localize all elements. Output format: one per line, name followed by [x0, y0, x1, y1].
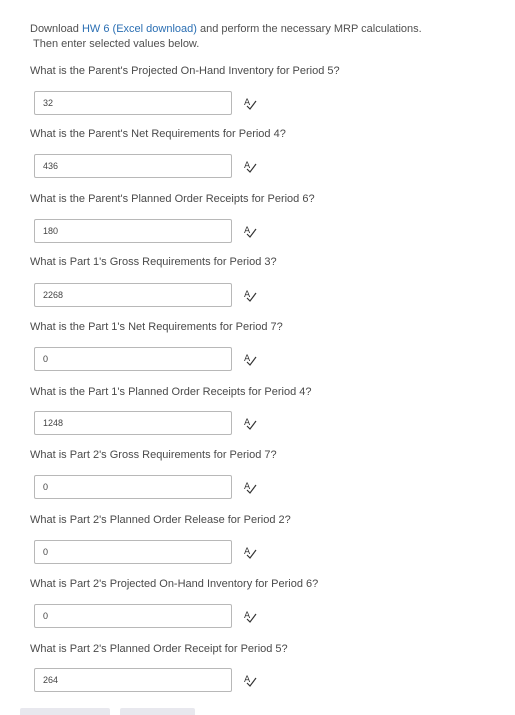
- question-10-text: What is Part 2's Planned Order Receipt f…: [30, 643, 288, 655]
- instructions-prefix: Download: [30, 23, 82, 35]
- spellcheck-icon[interactable]: A: [243, 352, 257, 366]
- answer-8-input[interactable]: [34, 540, 232, 564]
- answer-2-input[interactable]: [34, 154, 232, 178]
- instructions-line2: Then enter selected values below.: [33, 38, 200, 50]
- spellcheck-icon[interactable]: A: [243, 224, 257, 238]
- question-1-text: What is the Parent's Projected On-Hand I…: [30, 65, 340, 77]
- bottom-button-1[interactable]: [20, 708, 110, 715]
- answer-3-input[interactable]: [34, 219, 232, 243]
- question-9-text: What is Part 2's Projected On-Hand Inven…: [30, 578, 319, 590]
- question-7-text: What is Part 2's Gross Requirements for …: [30, 449, 277, 461]
- spellcheck-icon[interactable]: A: [243, 416, 257, 430]
- answer-4-input[interactable]: [34, 283, 232, 307]
- answer-10-input[interactable]: [34, 668, 232, 692]
- question-6-text: What is the Part 1's Planned Order Recei…: [30, 386, 312, 398]
- answer-5-input[interactable]: [34, 347, 232, 371]
- answer-7-input[interactable]: [34, 475, 232, 499]
- question-2-text: What is the Parent's Net Requirements fo…: [30, 128, 286, 140]
- instructions: Download HW 6 (Excel download) and perfo…: [30, 22, 480, 52]
- spellcheck-icon[interactable]: A: [243, 288, 257, 302]
- hw6-link[interactable]: HW 6: [82, 23, 110, 35]
- assignment-page: Download HW 6 (Excel download) and perfo…: [0, 0, 515, 715]
- spellcheck-icon[interactable]: A: [243, 673, 257, 687]
- spellcheck-icon[interactable]: A: [243, 96, 257, 110]
- answer-1-input[interactable]: [34, 91, 232, 115]
- spellcheck-icon[interactable]: A: [243, 480, 257, 494]
- answer-6-input[interactable]: [34, 411, 232, 435]
- question-3-text: What is the Parent's Planned Order Recei…: [30, 193, 315, 205]
- spellcheck-icon[interactable]: A: [243, 545, 257, 559]
- bottom-button-2[interactable]: [120, 708, 195, 715]
- question-4-text: What is Part 1's Gross Requirements for …: [30, 256, 277, 268]
- spellcheck-icon[interactable]: A: [243, 159, 257, 173]
- question-5-text: What is the Part 1's Net Requirements fo…: [30, 321, 283, 333]
- answer-9-input[interactable]: [34, 604, 232, 628]
- excel-download-link[interactable]: (Excel download): [113, 23, 197, 35]
- question-8-text: What is Part 2's Planned Order Release f…: [30, 514, 291, 526]
- instructions-suffix: and perform the necessary MRP calculatio…: [196, 23, 422, 35]
- spellcheck-icon[interactable]: A: [243, 609, 257, 623]
